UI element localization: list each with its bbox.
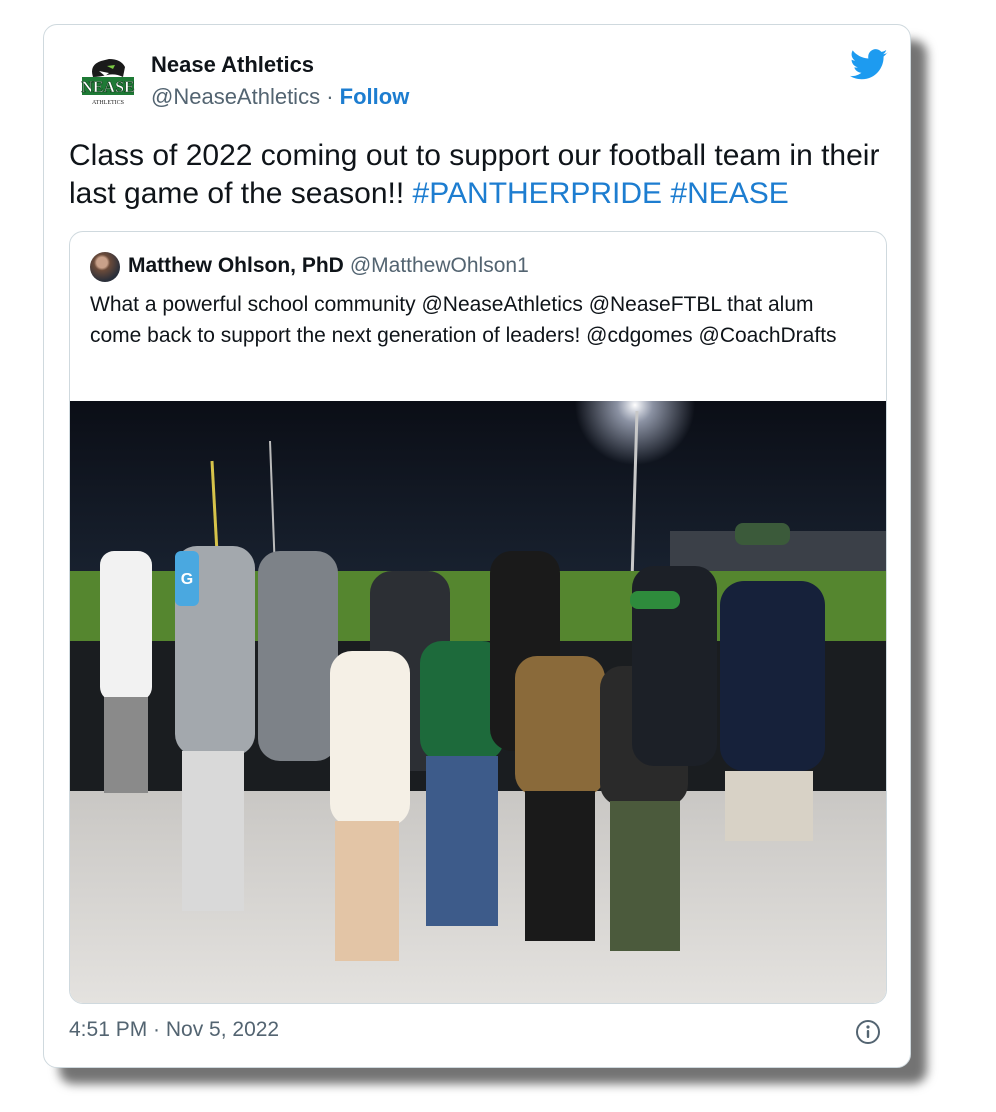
info-icon[interactable] <box>855 1019 881 1045</box>
quoted-handle[interactable]: @MatthewOhlson1 <box>350 254 529 277</box>
quoted-display-name[interactable]: Matthew Ohlson, PhD <box>128 254 344 277</box>
panther-head <box>92 59 125 77</box>
quoted-text: What a powerful school community @NeaseA… <box>90 293 837 347</box>
quoted-tweet[interactable]: Matthew Ohlson, PhD @MatthewOhlson1 What … <box>69 231 887 1004</box>
tweet-text: Class of 2022 coming out to support our … <box>69 137 899 213</box>
author-handle[interactable]: @NeaseAthletics <box>151 84 320 109</box>
separator-dot: · <box>326 84 334 109</box>
hashtag-pantherpride[interactable]: #PANTHERPRIDE <box>413 177 663 210</box>
bottle-letter: G <box>181 571 193 588</box>
tweet-timestamp[interactable]: 4:51 PM · Nov 5, 2022 <box>69 1018 279 1042</box>
author-handle-row: @NeaseAthletics · Follow <box>151 84 409 110</box>
quoted-author: Matthew Ohlson, PhD @MatthewOhlson1 <box>128 254 529 278</box>
logo-text: NEASE <box>81 79 134 96</box>
quoted-tweet-photo[interactable]: G <box>70 401 886 1003</box>
twitter-bird-icon[interactable] <box>850 49 888 81</box>
follow-button[interactable]: Follow <box>340 84 410 109</box>
quoted-author-avatar[interactable] <box>90 252 120 282</box>
logo-subtext: ATHLETICS <box>92 100 124 106</box>
author-display-name[interactable]: Nease Athletics <box>151 52 314 78</box>
hashtag-nease[interactable]: #NEASE <box>670 177 788 210</box>
tweet-card: NEASE ATHLETICS Nease Athletics @NeaseAt… <box>43 24 911 1068</box>
nease-athletics-logo[interactable]: NEASE ATHLETICS <box>79 57 137 107</box>
